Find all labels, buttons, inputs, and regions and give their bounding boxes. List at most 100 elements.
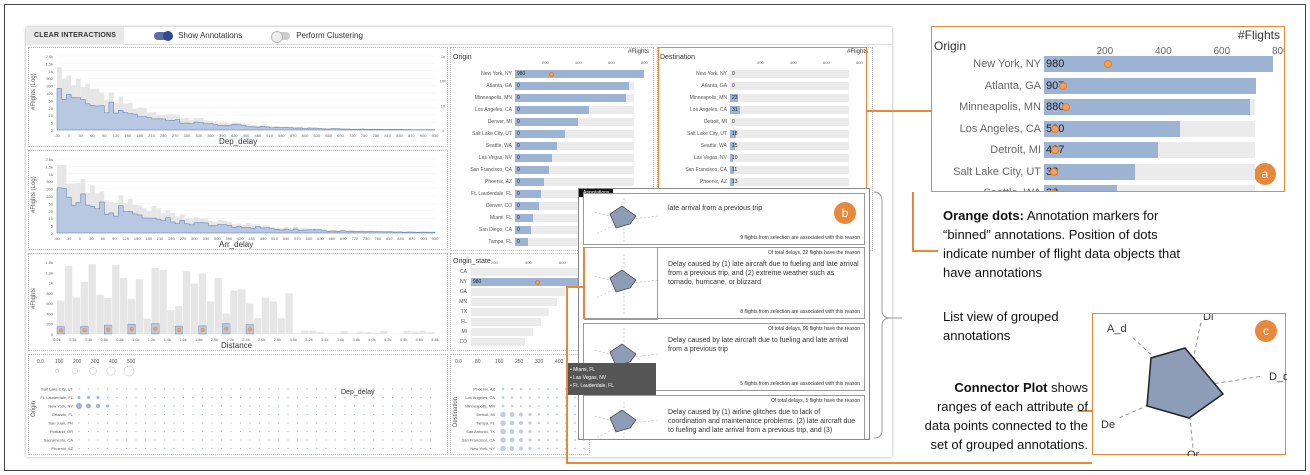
bg-bar [112,264,120,334]
scatter-point [528,438,532,442]
origin-state-title: Origin_state [453,258,491,265]
hist1-plot[interactable]: 2.5k1.5k1k500200100502010521k100101-30 0 3… [29,48,449,148]
scatter-point [249,388,251,390]
bar-fill [515,82,629,90]
scatter-point [287,430,289,433]
bg-bar [183,271,191,334]
callout-line-a-down [912,192,914,250]
scatter-point [509,437,515,443]
clear-interactions-button[interactable]: CLEAR INTERACTIONS [26,27,125,45]
scatter-point [97,430,99,433]
scatter-point [173,396,175,399]
x-tick-label: 1.2k [148,337,156,342]
annotation-card[interactable]: Delay caused by (1) airline glitches due… [583,395,865,439]
scatter-point [500,445,506,452]
scatter-point [353,447,356,450]
scatter-point [537,438,541,442]
scatter-point [547,413,549,416]
scatter-point [528,404,532,408]
x-tick-label: 510 [271,236,278,241]
annotation-dot [1048,189,1057,191]
scatter-point [173,388,175,390]
x-tick-label: 870 [408,133,415,138]
scatter-point [510,387,514,391]
row-label: San Francisco, CA [462,438,496,443]
legend-label: 400 [109,359,118,365]
bg-bar [238,289,246,334]
scatter-point [410,422,413,424]
scatter-point [125,396,128,399]
toggle-off-icon[interactable] [271,30,291,43]
scatter-point [556,396,558,399]
scatter-point [211,413,213,416]
scatter-point [116,439,118,441]
origin-state-bar-chart[interactable]: Origin_state 200 400 600 CA NY 980 GA MN TX FL MI C… [450,253,590,351]
scatter-point [78,439,80,441]
scatter-point [268,405,270,407]
scatter-point [249,439,251,441]
scatter-point [306,413,308,416]
mini-connector-plot [593,400,659,439]
scatter-point [106,404,109,408]
origin-title: Origin [453,54,472,61]
distance-histogram[interactable]: #Flights 1.5k 1.3k 1k 800 600 400 200 0 0.0k 0.2k… [28,253,448,351]
scatter-point [211,430,213,433]
scatter-point [116,405,118,407]
scatter-point [519,438,523,442]
badge-b: b [834,202,856,224]
tooltip-item: • Miami, FL [570,367,596,373]
axis-label: Di [1203,314,1213,323]
scatter-xlabel: Dep_delay [341,389,375,396]
scatter-point [163,447,166,450]
x-tick-label: 840 [397,236,404,241]
scatter-point [325,405,327,407]
x-tick-label: 600 [302,133,309,138]
show-annotations-toggle[interactable]: Show Annotations [154,30,242,41]
scatter-point [287,422,289,424]
perform-clustering-toggle[interactable]: Perform Clustering [271,30,363,43]
scatter-point [363,405,365,407]
dep-delay-histogram[interactable]: #Flights (Log) 2.5k 1.5k 1k 500 200 100 50 20 10… [28,47,448,147]
arr-delay-histogram[interactable]: #Flights (Log) 2.5k 1.5k 1k 500 200 100 50 20 10… [28,150,448,250]
annotation-card[interactable]: late arrival from a previous trip 9 fligh… [583,193,865,245]
hist2-plot[interactable]: 2.5k1.5k1k50020010050201052-60 -30 0 30 60 90… [29,151,449,251]
hist3-plot[interactable]: 1.5k1.3k1k80060040020000.0k 0.2k 0.4k 0.6k 0… [29,254,449,352]
annotation-dot [177,328,182,333]
scatter-point [296,405,299,407]
bar-value: 0 [517,215,520,221]
y-tick-label: 1.5k [45,260,53,265]
x-tick-label: 360 [207,133,214,138]
scatter-point [306,439,308,441]
scatter-point [239,388,242,390]
list-view-line1: List view of grouped [943,309,1059,324]
bar-label: CO [459,339,468,345]
scatter-point [135,430,137,433]
scatter-point [87,396,90,399]
scatter-point [528,446,532,451]
x-tick-label: 120 [113,133,120,138]
axis-label: Or [1187,449,1200,456]
bg-bar [419,331,427,334]
bar-value: 0 [517,95,520,101]
bar-fill [515,106,589,114]
scatter-point [401,422,403,424]
y-tick-right: 10 [441,103,446,108]
x-tick-label: 0.0k [53,337,61,342]
y-tick-label: 10 [49,216,54,221]
scatter-point [96,396,100,399]
scatter-point [220,396,223,399]
scatter-point [277,430,280,433]
scatter-point [78,413,80,416]
scatter-point [401,413,403,416]
origin-dep-delay-scatter[interactable]: 0.0 100 200 300 400 500 Salt Lake City, UT Ft. … [28,354,448,455]
toggle-on-icon[interactable] [154,30,174,41]
scatter-point [547,447,549,450]
scatter-point [500,411,506,418]
scatter-point [106,430,109,433]
annotation-dot [200,327,205,332]
scatter-plot[interactable]: 0.0 100 200 300 400 500 Salt Lake City, UT Ft. … [29,355,449,456]
origin-zoom-callout: Origin #Flights a 200400600800New York, … [931,26,1285,192]
scatter-point [509,429,515,434]
x-tick-label: 210 [148,133,155,138]
orange-dots-line3: indicate number of flight data objects t… [943,246,1181,261]
